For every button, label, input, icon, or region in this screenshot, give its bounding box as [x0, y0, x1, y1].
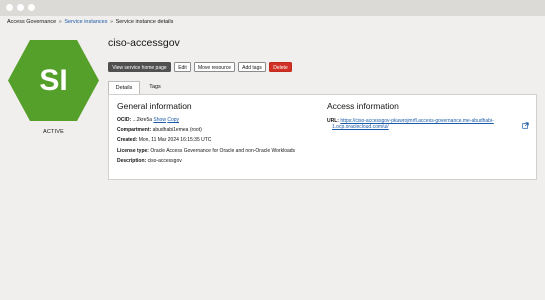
- compartment-value: abudhabi1emea (root): [152, 127, 202, 133]
- breadcrumb-root[interactable]: Access Governance: [7, 19, 56, 25]
- url-row: URL: https://ciso-accessgov-pkuwrojmrfl.…: [327, 118, 512, 130]
- created-row: Created: Mon, 11 Mar 2024 16:15:35 UTC: [117, 137, 211, 143]
- license-type-value: Oracle Access Governance for Oracle and …: [150, 148, 296, 154]
- description-label: Description:: [117, 158, 147, 164]
- avatar-initials: SI: [39, 63, 68, 97]
- tab-details[interactable]: Details: [108, 81, 140, 94]
- window-minimize-dot[interactable]: [17, 4, 24, 11]
- window-maximize-dot[interactable]: [28, 4, 35, 11]
- compartment-row: Compartment: abudhabi1emea (root): [117, 127, 202, 133]
- breadcrumb-current: Service instance details: [115, 19, 174, 25]
- general-information-heading: General information: [117, 101, 192, 111]
- breadcrumb-separator: »: [109, 19, 114, 25]
- created-value: Mon, 11 Mar 2024 16:15:35 UTC: [138, 137, 212, 143]
- description-row: Description: ciso-accessgov: [117, 158, 182, 164]
- add-tags-button[interactable]: Add tags: [238, 62, 266, 72]
- ocid-value: ...2kre5a: [132, 117, 153, 123]
- compartment-label: Compartment:: [117, 127, 152, 133]
- ocid-copy-link[interactable]: Copy: [167, 117, 179, 123]
- url-link-line2[interactable]: 1.ocp.oraclecloud.com/ui/: [332, 124, 389, 130]
- ocid-row: OCID: ...2kre5a Show Copy: [117, 117, 179, 123]
- browser-window: Access Governance » Service instances » …: [0, 0, 545, 300]
- license-type-label: License type:: [117, 148, 149, 154]
- view-service-home-page-button[interactable]: View service home page: [108, 62, 171, 72]
- description-value: ciso-accessgov: [147, 158, 182, 164]
- access-information-heading: Access information: [327, 101, 399, 111]
- window-titlebar: [0, 0, 545, 16]
- delete-button[interactable]: Delete: [269, 62, 292, 72]
- breadcrumb-separator: »: [58, 19, 62, 25]
- edit-button[interactable]: Edit: [174, 62, 191, 72]
- details-panel: General information OCID: ...2kre5a Show…: [108, 94, 537, 180]
- move-resource-button[interactable]: Move resource: [194, 62, 235, 72]
- avatar: SI: [7, 39, 100, 122]
- breadcrumb-service-instances[interactable]: Service instances: [64, 19, 107, 25]
- tab-tags[interactable]: Tags: [140, 81, 170, 94]
- external-link-icon[interactable]: [522, 122, 529, 129]
- ocid-show-link[interactable]: Show: [153, 117, 166, 123]
- status-badge: ACTIVE: [42, 129, 65, 135]
- created-label: Created:: [117, 137, 138, 143]
- license-type-row: License type: Oracle Access Governance f…: [117, 148, 295, 154]
- page-title: ciso-accessgov: [108, 37, 180, 49]
- ocid-label: OCID:: [117, 117, 132, 123]
- breadcrumb: Access Governance » Service instances » …: [7, 19, 173, 25]
- window-close-dot[interactable]: [6, 4, 13, 11]
